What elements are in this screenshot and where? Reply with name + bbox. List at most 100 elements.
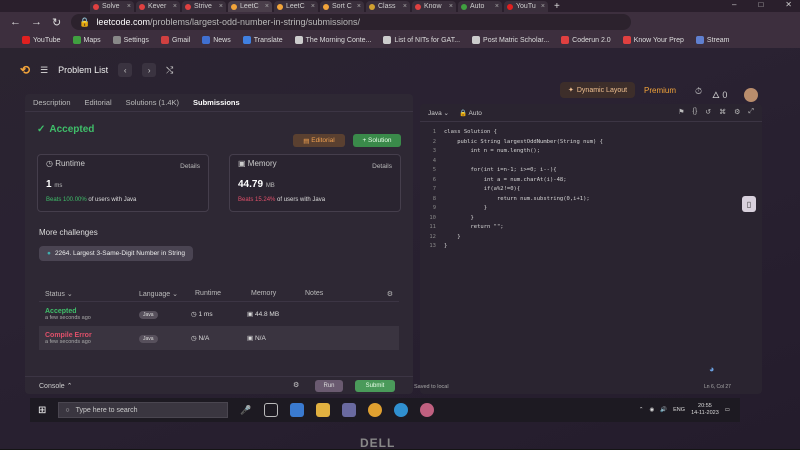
browser-tab[interactable]: Solve ×: [90, 1, 134, 12]
submit-button[interactable]: Submit: [355, 380, 395, 392]
microphone-icon[interactable]: 🎤: [240, 405, 251, 416]
chrome-active-icon[interactable]: [419, 403, 434, 417]
bookmark-icon[interactable]: ⚑: [678, 108, 684, 116]
code-line[interactable]: 1 class Solution {: [426, 128, 603, 138]
bookmark-item[interactable]: News: [202, 36, 231, 44]
close-tab-icon[interactable]: ×: [127, 3, 131, 10]
avatar[interactable]: [744, 88, 758, 102]
reset-icon[interactable]: ↺: [705, 108, 711, 116]
code-line[interactable]: 4: [426, 157, 603, 167]
console-toggle[interactable]: Console ⌃: [39, 382, 73, 390]
back-icon[interactable]: ←: [10, 16, 21, 28]
bookmark-item[interactable]: Maps: [72, 36, 101, 44]
bookmark-item[interactable]: Gmail: [160, 36, 190, 44]
bookmark-item[interactable]: The Morning Conte...: [294, 36, 371, 44]
browser-tab[interactable]: Auto ×: [458, 1, 502, 12]
language-select[interactable]: Java ⌄: [428, 109, 449, 117]
settings-gear-icon[interactable]: ⚙: [387, 290, 399, 298]
settings-icon[interactable]: ⚙: [734, 108, 740, 116]
close-tab-icon[interactable]: ×: [311, 3, 315, 10]
taskbar-search[interactable]: ○ Type here to search: [58, 402, 229, 418]
browser-tab[interactable]: Strive ×: [182, 1, 226, 12]
col-language[interactable]: Language ⌄: [139, 290, 195, 298]
leetcode-logo-icon[interactable]: ⟲: [20, 63, 30, 77]
app-icon[interactable]: [341, 403, 356, 417]
close-icon[interactable]: ✕: [785, 0, 792, 9]
code-line[interactable]: 9 }: [426, 204, 603, 214]
reload-icon[interactable]: ↻: [52, 16, 61, 29]
close-tab-icon[interactable]: ×: [403, 3, 407, 10]
tab-editorial[interactable]: Editorial: [85, 98, 112, 107]
maximize-icon[interactable]: □: [758, 0, 763, 9]
tab-solutions[interactable]: Solutions (1.4K): [126, 98, 179, 107]
bookmark-item[interactable]: Settings: [112, 36, 149, 44]
editorial-button[interactable]: ▤ Editorial: [293, 134, 345, 147]
runtime-card[interactable]: ◷ Runtime Details 1 ms Beats 100.00% of …: [37, 154, 209, 212]
premium-link[interactable]: Premium: [644, 86, 676, 95]
tab-submissions[interactable]: Submissions: [193, 98, 240, 107]
browser-tab[interactable]: Class ×: [366, 1, 410, 12]
input-language[interactable]: ENG: [673, 407, 685, 413]
code-line[interactable]: 8 return num.substring(0,i+1);: [426, 195, 603, 205]
run-button[interactable]: Run: [315, 380, 343, 392]
bookmark-item[interactable]: Coderun 2.0: [561, 36, 611, 44]
shuffle-icon[interactable]: ⤭: [166, 65, 173, 76]
vscode-icon[interactable]: [289, 403, 304, 417]
browser-tab[interactable]: Know ×: [412, 1, 456, 12]
timer-icon[interactable]: ⏱: [695, 86, 702, 104]
bookmark-item[interactable]: Know Your Prep: [622, 36, 684, 44]
bookmark-item[interactable]: YouTube: [22, 36, 61, 44]
chrome-icon[interactable]: [367, 403, 382, 417]
auto-toggle[interactable]: 🔒 Auto: [459, 109, 482, 117]
braces-icon[interactable]: {}: [693, 108, 698, 116]
post-solution-button[interactable]: + Solution: [353, 134, 401, 147]
code-editor[interactable]: Java ⌄ 🔒 Auto ⚑ {} ↺ ⌘ ⚙ ⤢ 1 class Soluti…: [420, 104, 762, 394]
windows-start-icon[interactable]: ⊞: [38, 405, 46, 416]
chevron-up-icon[interactable]: ⌃: [639, 407, 644, 413]
code-line[interactable]: 3 int n = num.length();: [426, 147, 603, 157]
edge-icon[interactable]: [393, 403, 408, 417]
clock[interactable]: 20:55 14-11-2023: [691, 403, 719, 417]
tab-description[interactable]: Description: [33, 98, 71, 107]
browser-tab[interactable]: YouTu ×: [504, 1, 548, 12]
shortcuts-icon[interactable]: ⌘: [719, 108, 726, 116]
volume-icon[interactable]: 🔊: [660, 407, 667, 413]
code-line[interactable]: 11 return "";: [426, 223, 603, 233]
bookmark-item[interactable]: Post Matric Scholar...: [472, 36, 549, 44]
notifications-icon[interactable]: ▭: [725, 407, 730, 413]
table-row[interactable]: Accepted a few seconds ago Java ◷ 1 ms ▣ …: [39, 302, 399, 326]
code-line[interactable]: 7 if(a%2!=0){: [426, 185, 603, 195]
dynamic-layout-button[interactable]: ✦ Dynamic Layout: [560, 82, 636, 98]
close-tab-icon[interactable]: ×: [541, 3, 545, 10]
close-tab-icon[interactable]: ×: [219, 3, 223, 10]
chat-bubble-icon[interactable]: ◕: [709, 364, 714, 374]
code-line[interactable]: 12 }: [426, 233, 603, 243]
code-line[interactable]: 5 for(int i=n-1; i>=0; i--){: [426, 166, 603, 176]
code-line[interactable]: 13}: [426, 242, 603, 252]
problem-list-link[interactable]: Problem List: [58, 65, 108, 75]
file-explorer-icon[interactable]: [315, 403, 330, 417]
prev-problem-button[interactable]: ‹: [118, 63, 133, 77]
browser-tab[interactable]: Sort C ×: [320, 1, 364, 12]
close-tab-icon[interactable]: ×: [357, 3, 361, 10]
address-bar[interactable]: 🔒 leetcode.com/problems/largest-odd-numb…: [71, 14, 632, 30]
challenge-link[interactable]: ● 2264. Largest 3-Same-Digit Number in S…: [39, 246, 193, 261]
fire-icon[interactable]: 🜂 0: [712, 86, 727, 104]
table-row[interactable]: Compile Error a few seconds ago Java ◷ N/…: [39, 326, 399, 350]
memory-details-link[interactable]: Details: [372, 163, 392, 170]
browser-tab[interactable]: LeetC ×: [228, 1, 272, 12]
code-line[interactable]: 10 }: [426, 214, 603, 224]
close-tab-icon[interactable]: ×: [449, 3, 453, 10]
new-tab-icon[interactable]: +: [554, 1, 560, 12]
col-status[interactable]: Status ⌄: [39, 290, 139, 298]
bookmark-item[interactable]: Translate: [242, 36, 283, 44]
expand-icon[interactable]: ⤢: [748, 108, 754, 116]
browser-tab[interactable]: Kever ×: [136, 1, 180, 12]
close-tab-icon[interactable]: ×: [173, 3, 177, 10]
code-line[interactable]: 6 int a = num.charAt(i)-48;: [426, 176, 603, 186]
bookmark-item[interactable]: List of NITs for GAT...: [383, 36, 460, 44]
close-tab-icon[interactable]: ×: [495, 3, 499, 10]
network-icon[interactable]: ◉: [649, 407, 654, 413]
minimize-icon[interactable]: –: [732, 0, 736, 9]
forward-icon[interactable]: →: [31, 16, 42, 28]
